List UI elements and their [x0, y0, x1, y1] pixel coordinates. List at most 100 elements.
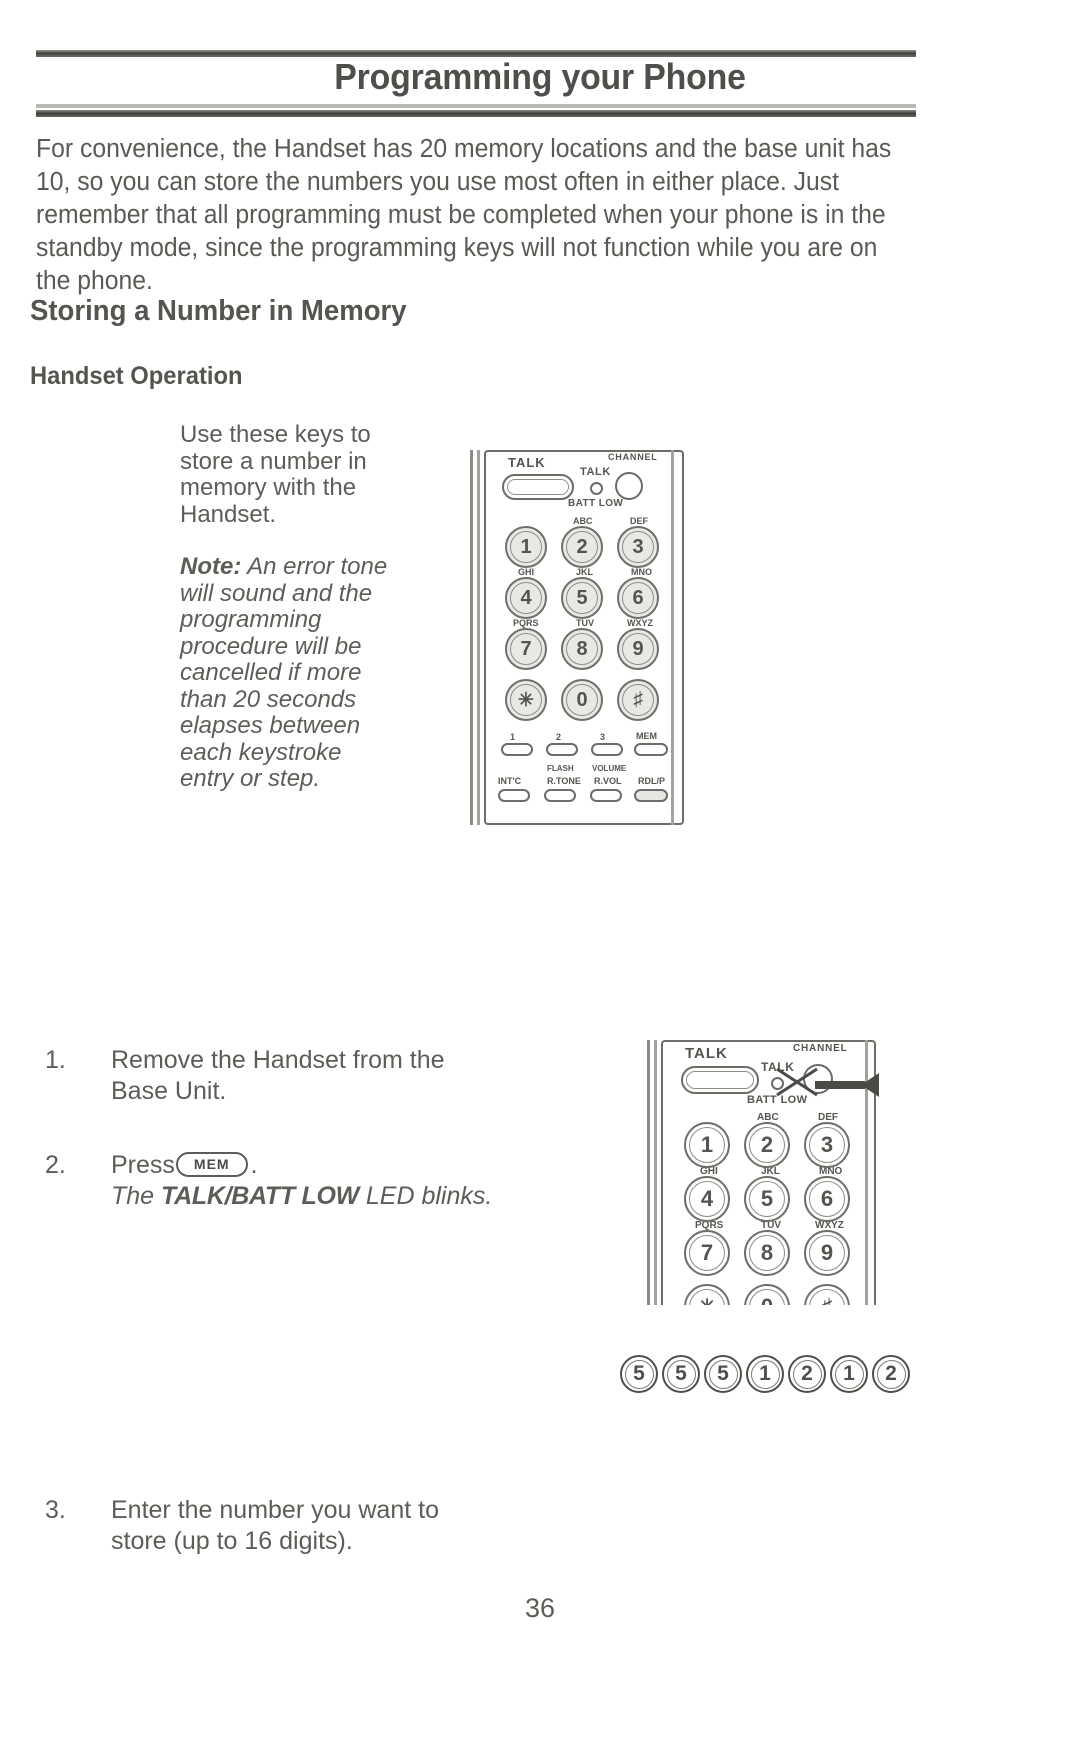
keypad-key-6-b: 6: [804, 1176, 850, 1222]
handset-left-rail-inner: [477, 450, 480, 825]
page-number: 36: [524, 1593, 556, 1623]
step-3: 3. Enter the number you want to store (u…: [45, 1495, 471, 1557]
key-letters-3: DEF: [630, 516, 648, 526]
key-letters-4: GHI: [518, 567, 535, 577]
talk-button-label: TALK: [508, 455, 546, 470]
memory-label-mem: MEM: [636, 731, 657, 741]
header-rule-bottom: [36, 110, 916, 117]
handset-left-rail-outer-2: [647, 1040, 650, 1305]
key-digit-1: 1: [520, 535, 532, 558]
entered-digit-sequence: 5 5 5 1 2 1 2: [620, 1355, 910, 1393]
key-digit-0-b: 0: [761, 1294, 773, 1305]
keypad-key-6: 6: [617, 577, 659, 619]
handset-left-rail-inner-2: [654, 1040, 657, 1305]
key-letters-7: PQRS: [513, 618, 539, 628]
keypad-key-4-b: 4: [684, 1176, 730, 1222]
entered-digit: 5: [704, 1355, 742, 1393]
talk-button: [502, 474, 574, 500]
function-button-intc: [498, 789, 530, 802]
note-text: An error tone will sound and the program…: [180, 553, 388, 792]
note-label: Note:: [180, 553, 242, 580]
keypad-key-8-b: 8: [744, 1230, 790, 1276]
keypad-key-7-b: 7: [684, 1230, 730, 1276]
key-digit-6: 6: [632, 586, 644, 609]
talk-batt-low-led: [590, 482, 603, 495]
step-2-italic-bold: TALK/BATT LOW: [161, 1182, 359, 1210]
step-2-body: Press MEM. The TALK/BATT LOW LED blinks.: [111, 1150, 511, 1212]
function-label-rtone: R.TONE: [547, 776, 581, 786]
step-2-text-after: .: [250, 1151, 258, 1179]
entered-digit: 1: [746, 1355, 784, 1393]
caption-intro-text: Use these keys to store a number in memo…: [180, 421, 371, 528]
keypad-key-3: 3: [617, 526, 659, 568]
keypad-key-4: 4: [505, 577, 547, 619]
keypad-key-5: 5: [561, 577, 603, 619]
keypad-key-3-b: 3: [804, 1122, 850, 1168]
keypad-key-2-b: 2: [744, 1122, 790, 1168]
keypad-key-9-b: 9: [804, 1230, 850, 1276]
entered-digit: 2: [872, 1355, 910, 1393]
key-digit-4: 4: [520, 586, 532, 609]
key-digit-star: ✳: [518, 689, 534, 711]
key-digit-5-b: 5: [760, 1186, 774, 1211]
key-digit-star-b: ✳: [698, 1295, 716, 1306]
handset-right-rail: [671, 450, 674, 825]
keypad-key-0: 0: [561, 679, 603, 721]
step-3-text: Enter the number you want to store (up t…: [111, 1496, 439, 1555]
step-2-italic-line: The TALK/BATT LOW LED blinks.: [111, 1182, 492, 1210]
keypad-key-2: 2: [561, 526, 603, 568]
key-digit-1-b: 1: [700, 1132, 714, 1157]
caption-note: Note: An error tone will sound and the p…: [180, 553, 395, 793]
callout-arrow-icon: [776, 1067, 879, 1097]
step-2-text-before: Press: [111, 1151, 175, 1179]
key-digit-pound: ♯: [633, 689, 643, 710]
talk-button-2: [681, 1066, 759, 1094]
function-button-rdlp: [634, 789, 668, 802]
key-digit-9-b: 9: [820, 1240, 834, 1265]
led-top-label: TALK: [580, 466, 611, 478]
entered-digit-value: 5: [675, 1362, 687, 1385]
keypad-key-9: 9: [617, 628, 659, 670]
keypad-key-pound: ♯: [617, 679, 659, 721]
step-2-italic-prefix: The: [111, 1182, 162, 1210]
key-letters-9: WXYZ: [627, 618, 653, 628]
step-1-number: 1.: [45, 1046, 66, 1074]
key-digit-9: 9: [632, 637, 644, 660]
key-digit-pound-b: ♯: [822, 1295, 833, 1305]
function-top-label-volume: VOLUME: [592, 764, 627, 773]
intro-paragraph: For convenience, the Handset has 20 memo…: [36, 135, 892, 295]
mem-button-glyph: MEM: [175, 1151, 248, 1177]
step-2-italic-suffix: LED blinks.: [358, 1182, 493, 1210]
handset-illustration-top: TALK CHANNEL TALK BATT LOW ABC DEF GHI J…: [468, 450, 684, 825]
key-digit-6-b: 6: [820, 1186, 834, 1211]
key-digit-2: 2: [576, 535, 588, 558]
key-letters-6: MNO: [631, 567, 652, 577]
section-heading: Storing a Number in Memory: [30, 295, 407, 327]
key-digit-8: 8: [576, 637, 588, 660]
function-label-intc: INT'C: [498, 776, 522, 786]
key-digit-7: 7: [520, 637, 532, 660]
key-letters-5: JKL: [576, 567, 594, 577]
entered-digit-value: 1: [843, 1362, 855, 1385]
function-top-label-flash: FLASH: [547, 764, 574, 773]
memory-button-1: [501, 743, 533, 756]
entered-digit-value: 2: [885, 1362, 897, 1385]
channel-button-label: CHANNEL: [608, 452, 658, 462]
entered-digit-value: 1: [759, 1362, 771, 1385]
step-1-text: Remove the Handset from the Base Unit.: [111, 1046, 445, 1105]
channel-button: [615, 472, 643, 500]
key-digit-4-b: 4: [700, 1186, 714, 1211]
subsection-heading: Handset Operation: [30, 362, 243, 390]
memory-button-3: [591, 743, 623, 756]
keypad-key-5-b: 5: [744, 1176, 790, 1222]
memory-label-1: 1: [510, 732, 516, 742]
keypad-key-1-b: 1: [684, 1122, 730, 1168]
keypad-key-8: 8: [561, 628, 603, 670]
keypad-key-star: ✳: [505, 679, 547, 721]
step-2: 2. Press MEM. The TALK/BATT LOW LED blink…: [45, 1150, 511, 1212]
key-letters-8: TUV: [576, 618, 594, 628]
handset-illustration-bottom: TALK CHANNEL TALK BATT LOW ABC DEF GHI J…: [645, 1040, 890, 1305]
keypad-key-7: 7: [505, 628, 547, 670]
function-button-volume-rvol: [590, 789, 622, 802]
key-digit-2-b: 2: [760, 1132, 774, 1157]
